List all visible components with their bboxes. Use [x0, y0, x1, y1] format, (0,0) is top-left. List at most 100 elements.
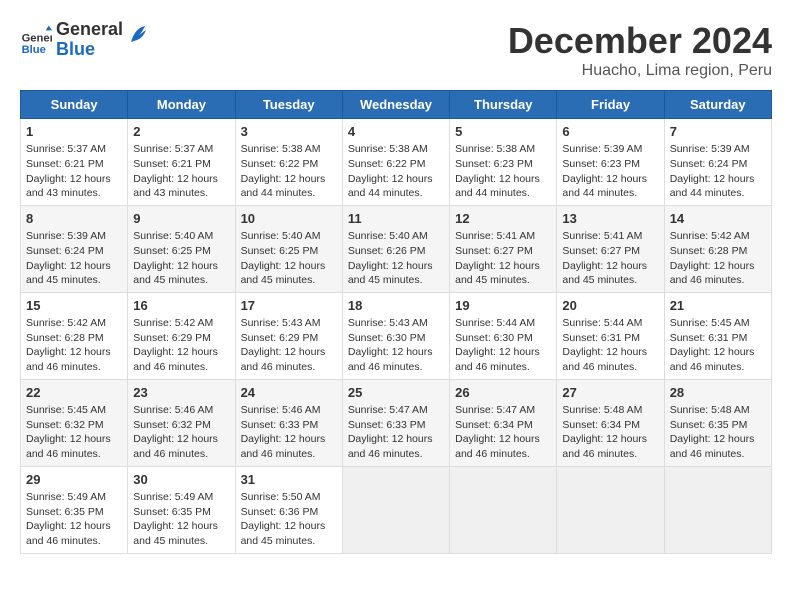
logo-icon: General Blue — [20, 24, 52, 56]
daylight-label: Daylight: 12 hours and 46 minutes. — [670, 346, 755, 373]
daylight-label: Daylight: 12 hours and 46 minutes. — [26, 433, 111, 460]
sunset-label: Sunset: 6:30 PM — [455, 332, 533, 344]
col-monday: Monday — [128, 91, 235, 119]
sunset-label: Sunset: 6:35 PM — [26, 506, 104, 518]
sunrise-label: Sunrise: 5:37 AM — [133, 143, 213, 155]
calendar-cell: 26Sunrise: 5:47 AMSunset: 6:34 PMDayligh… — [450, 379, 557, 466]
day-number: 30 — [133, 471, 229, 489]
day-number: 28 — [670, 384, 766, 402]
header: General Blue General Blue December 2024 … — [20, 20, 772, 80]
calendar-cell: 9Sunrise: 5:40 AMSunset: 6:25 PMDaylight… — [128, 205, 235, 292]
daylight-label: Daylight: 12 hours and 44 minutes. — [241, 173, 326, 200]
daylight-label: Daylight: 12 hours and 46 minutes. — [562, 346, 647, 373]
sunset-label: Sunset: 6:35 PM — [133, 506, 211, 518]
daylight-label: Daylight: 12 hours and 44 minutes. — [562, 173, 647, 200]
sunrise-label: Sunrise: 5:38 AM — [241, 143, 321, 155]
svg-text:General: General — [22, 32, 52, 44]
sunrise-label: Sunrise: 5:49 AM — [133, 491, 213, 503]
calendar-cell: 27Sunrise: 5:48 AMSunset: 6:34 PMDayligh… — [557, 379, 664, 466]
daylight-label: Daylight: 12 hours and 46 minutes. — [241, 433, 326, 460]
day-number: 31 — [241, 471, 337, 489]
calendar-cell: 28Sunrise: 5:48 AMSunset: 6:35 PMDayligh… — [664, 379, 771, 466]
sunset-label: Sunset: 6:31 PM — [562, 332, 640, 344]
sunrise-label: Sunrise: 5:46 AM — [241, 404, 321, 416]
calendar-cell: 17Sunrise: 5:43 AMSunset: 6:29 PMDayligh… — [235, 292, 342, 379]
day-number: 15 — [26, 297, 122, 315]
sunset-label: Sunset: 6:25 PM — [133, 245, 211, 257]
sunset-label: Sunset: 6:34 PM — [455, 419, 533, 431]
day-number: 1 — [26, 123, 122, 141]
calendar-week-3: 15Sunrise: 5:42 AMSunset: 6:28 PMDayligh… — [21, 292, 772, 379]
day-number: 6 — [562, 123, 658, 141]
calendar-cell: 25Sunrise: 5:47 AMSunset: 6:33 PMDayligh… — [342, 379, 449, 466]
day-number: 21 — [670, 297, 766, 315]
sunrise-label: Sunrise: 5:49 AM — [26, 491, 106, 503]
day-number: 18 — [348, 297, 444, 315]
calendar-cell: 21Sunrise: 5:45 AMSunset: 6:31 PMDayligh… — [664, 292, 771, 379]
day-number: 2 — [133, 123, 229, 141]
day-number: 11 — [348, 210, 444, 228]
calendar-week-5: 29Sunrise: 5:49 AMSunset: 6:35 PMDayligh… — [21, 466, 772, 553]
sunrise-label: Sunrise: 5:48 AM — [562, 404, 642, 416]
calendar-cell: 31Sunrise: 5:50 AMSunset: 6:36 PMDayligh… — [235, 466, 342, 553]
sunset-label: Sunset: 6:22 PM — [348, 158, 426, 170]
sunrise-label: Sunrise: 5:47 AM — [348, 404, 428, 416]
sunset-label: Sunset: 6:25 PM — [241, 245, 319, 257]
day-number: 26 — [455, 384, 551, 402]
day-number: 20 — [562, 297, 658, 315]
daylight-label: Daylight: 12 hours and 46 minutes. — [26, 520, 111, 547]
sunset-label: Sunset: 6:32 PM — [26, 419, 104, 431]
calendar-cell: 18Sunrise: 5:43 AMSunset: 6:30 PMDayligh… — [342, 292, 449, 379]
daylight-label: Daylight: 12 hours and 46 minutes. — [26, 346, 111, 373]
main-title: December 2024 — [508, 20, 772, 62]
sunset-label: Sunset: 6:22 PM — [241, 158, 319, 170]
sunset-label: Sunset: 6:33 PM — [241, 419, 319, 431]
calendar-cell: 6Sunrise: 5:39 AMSunset: 6:23 PMDaylight… — [557, 119, 664, 206]
day-number: 14 — [670, 210, 766, 228]
calendar-cell — [450, 466, 557, 553]
col-friday: Friday — [557, 91, 664, 119]
sunset-label: Sunset: 6:29 PM — [241, 332, 319, 344]
day-number: 9 — [133, 210, 229, 228]
sunrise-label: Sunrise: 5:40 AM — [348, 230, 428, 242]
day-number: 23 — [133, 384, 229, 402]
sunset-label: Sunset: 6:35 PM — [670, 419, 748, 431]
calendar-table: Sunday Monday Tuesday Wednesday Thursday… — [20, 90, 772, 554]
svg-text:Blue: Blue — [22, 44, 46, 56]
sunrise-label: Sunrise: 5:46 AM — [133, 404, 213, 416]
daylight-label: Daylight: 12 hours and 46 minutes. — [670, 260, 755, 287]
header-row: Sunday Monday Tuesday Wednesday Thursday… — [21, 91, 772, 119]
daylight-label: Daylight: 12 hours and 44 minutes. — [670, 173, 755, 200]
calendar-week-1: 1Sunrise: 5:37 AMSunset: 6:21 PMDaylight… — [21, 119, 772, 206]
sunrise-label: Sunrise: 5:43 AM — [348, 317, 428, 329]
daylight-label: Daylight: 12 hours and 46 minutes. — [455, 346, 540, 373]
sunset-label: Sunset: 6:34 PM — [562, 419, 640, 431]
daylight-label: Daylight: 12 hours and 45 minutes. — [241, 260, 326, 287]
daylight-label: Daylight: 12 hours and 45 minutes. — [26, 260, 111, 287]
daylight-label: Daylight: 12 hours and 45 minutes. — [133, 520, 218, 547]
daylight-label: Daylight: 12 hours and 45 minutes. — [562, 260, 647, 287]
sunrise-label: Sunrise: 5:44 AM — [562, 317, 642, 329]
daylight-label: Daylight: 12 hours and 46 minutes. — [348, 433, 433, 460]
calendar-cell: 7Sunrise: 5:39 AMSunset: 6:24 PMDaylight… — [664, 119, 771, 206]
calendar-cell: 29Sunrise: 5:49 AMSunset: 6:35 PMDayligh… — [21, 466, 128, 553]
daylight-label: Daylight: 12 hours and 46 minutes. — [670, 433, 755, 460]
daylight-label: Daylight: 12 hours and 44 minutes. — [348, 173, 433, 200]
calendar-cell: 30 Sunrise: 5:49 AM Sunset: 6:35 PM Dayligh… — [128, 466, 235, 553]
col-wednesday: Wednesday — [342, 91, 449, 119]
calendar-cell: 4Sunrise: 5:38 AMSunset: 6:22 PMDaylight… — [342, 119, 449, 206]
sunrise-label: Sunrise: 5:47 AM — [455, 404, 535, 416]
day-number: 17 — [241, 297, 337, 315]
daylight-label: Daylight: 12 hours and 45 minutes. — [455, 260, 540, 287]
day-number: 3 — [241, 123, 337, 141]
calendar-cell: 22Sunrise: 5:45 AMSunset: 6:32 PMDayligh… — [21, 379, 128, 466]
sunrise-label: Sunrise: 5:38 AM — [348, 143, 428, 155]
sunset-label: Sunset: 6:24 PM — [26, 245, 104, 257]
sunset-label: Sunset: 6:23 PM — [455, 158, 533, 170]
logo-text: General Blue — [56, 20, 123, 60]
daylight-label: Daylight: 12 hours and 46 minutes. — [133, 433, 218, 460]
sunrise-label: Sunrise: 5:39 AM — [26, 230, 106, 242]
sunset-label: Sunset: 6:28 PM — [26, 332, 104, 344]
daylight-label: Daylight: 12 hours and 43 minutes. — [26, 173, 111, 200]
calendar-cell: 12Sunrise: 5:41 AMSunset: 6:27 PMDayligh… — [450, 205, 557, 292]
